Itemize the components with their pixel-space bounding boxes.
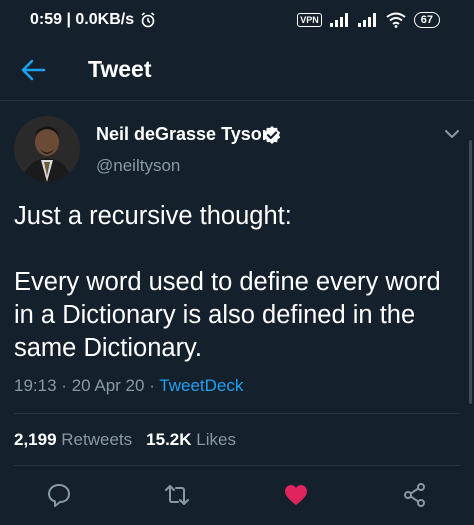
share-icon[interactable] <box>402 482 428 508</box>
status-bar: 0:59 | 0.0KB/s VPN 67 <box>0 0 474 40</box>
author-name[interactable]: Neil deGrasse Tyson <box>96 124 273 145</box>
tweet-date: 20 Apr 20 <box>71 376 145 395</box>
author-handle[interactable]: @neiltyson <box>96 156 180 176</box>
scrollbar[interactable] <box>469 140 472 404</box>
back-arrow-icon[interactable] <box>20 58 46 82</box>
stats-divider <box>14 465 460 466</box>
meta-separator: · <box>61 376 67 395</box>
likes-label: Likes <box>196 430 236 449</box>
meta-divider <box>14 413 460 414</box>
tweet-stats: 2,199 Retweets 15.2K Likes <box>14 430 236 450</box>
tweet-time: 19:13 <box>14 376 57 395</box>
signal-icon-2 <box>357 13 376 27</box>
meta-separator-2: · <box>149 376 155 395</box>
header-divider <box>0 100 474 101</box>
wifi-icon <box>386 12 406 28</box>
status-left: 0:59 | 0.0KB/s <box>30 11 156 29</box>
tweet-text: Just a recursive thought: Every word use… <box>14 202 441 362</box>
likes-count: 15.2K <box>146 430 192 449</box>
likes-stat[interactable]: 15.2K Likes <box>146 430 236 449</box>
battery-indicator: 67 <box>413 12 440 28</box>
top-app-bar: Tweet <box>0 40 474 100</box>
retweets-label: Retweets <box>61 430 133 449</box>
reply-icon[interactable] <box>46 482 72 508</box>
tweet-source-link[interactable]: TweetDeck <box>159 376 243 395</box>
retweets-stat[interactable]: 2,199 Retweets <box>14 430 132 449</box>
alarm-icon <box>141 12 155 28</box>
signal-icon <box>329 13 348 27</box>
like-heart-icon[interactable] <box>283 482 309 508</box>
author-avatar[interactable] <box>14 116 80 182</box>
vpn-badge: VPN <box>297 13 322 27</box>
verified-badge-icon <box>263 126 281 144</box>
status-right: VPN 67 <box>297 12 440 28</box>
chevron-down-icon[interactable] <box>442 124 462 144</box>
tweet-meta: 19:13 · 20 Apr 20 · TweetDeck <box>14 376 243 396</box>
retweets-count: 2,199 <box>14 430 57 449</box>
avatar-image <box>14 116 80 182</box>
retweet-icon[interactable] <box>164 482 190 508</box>
page-title: Tweet <box>88 56 152 82</box>
status-time-speed: 0:59 | 0.0KB/s <box>30 11 135 28</box>
